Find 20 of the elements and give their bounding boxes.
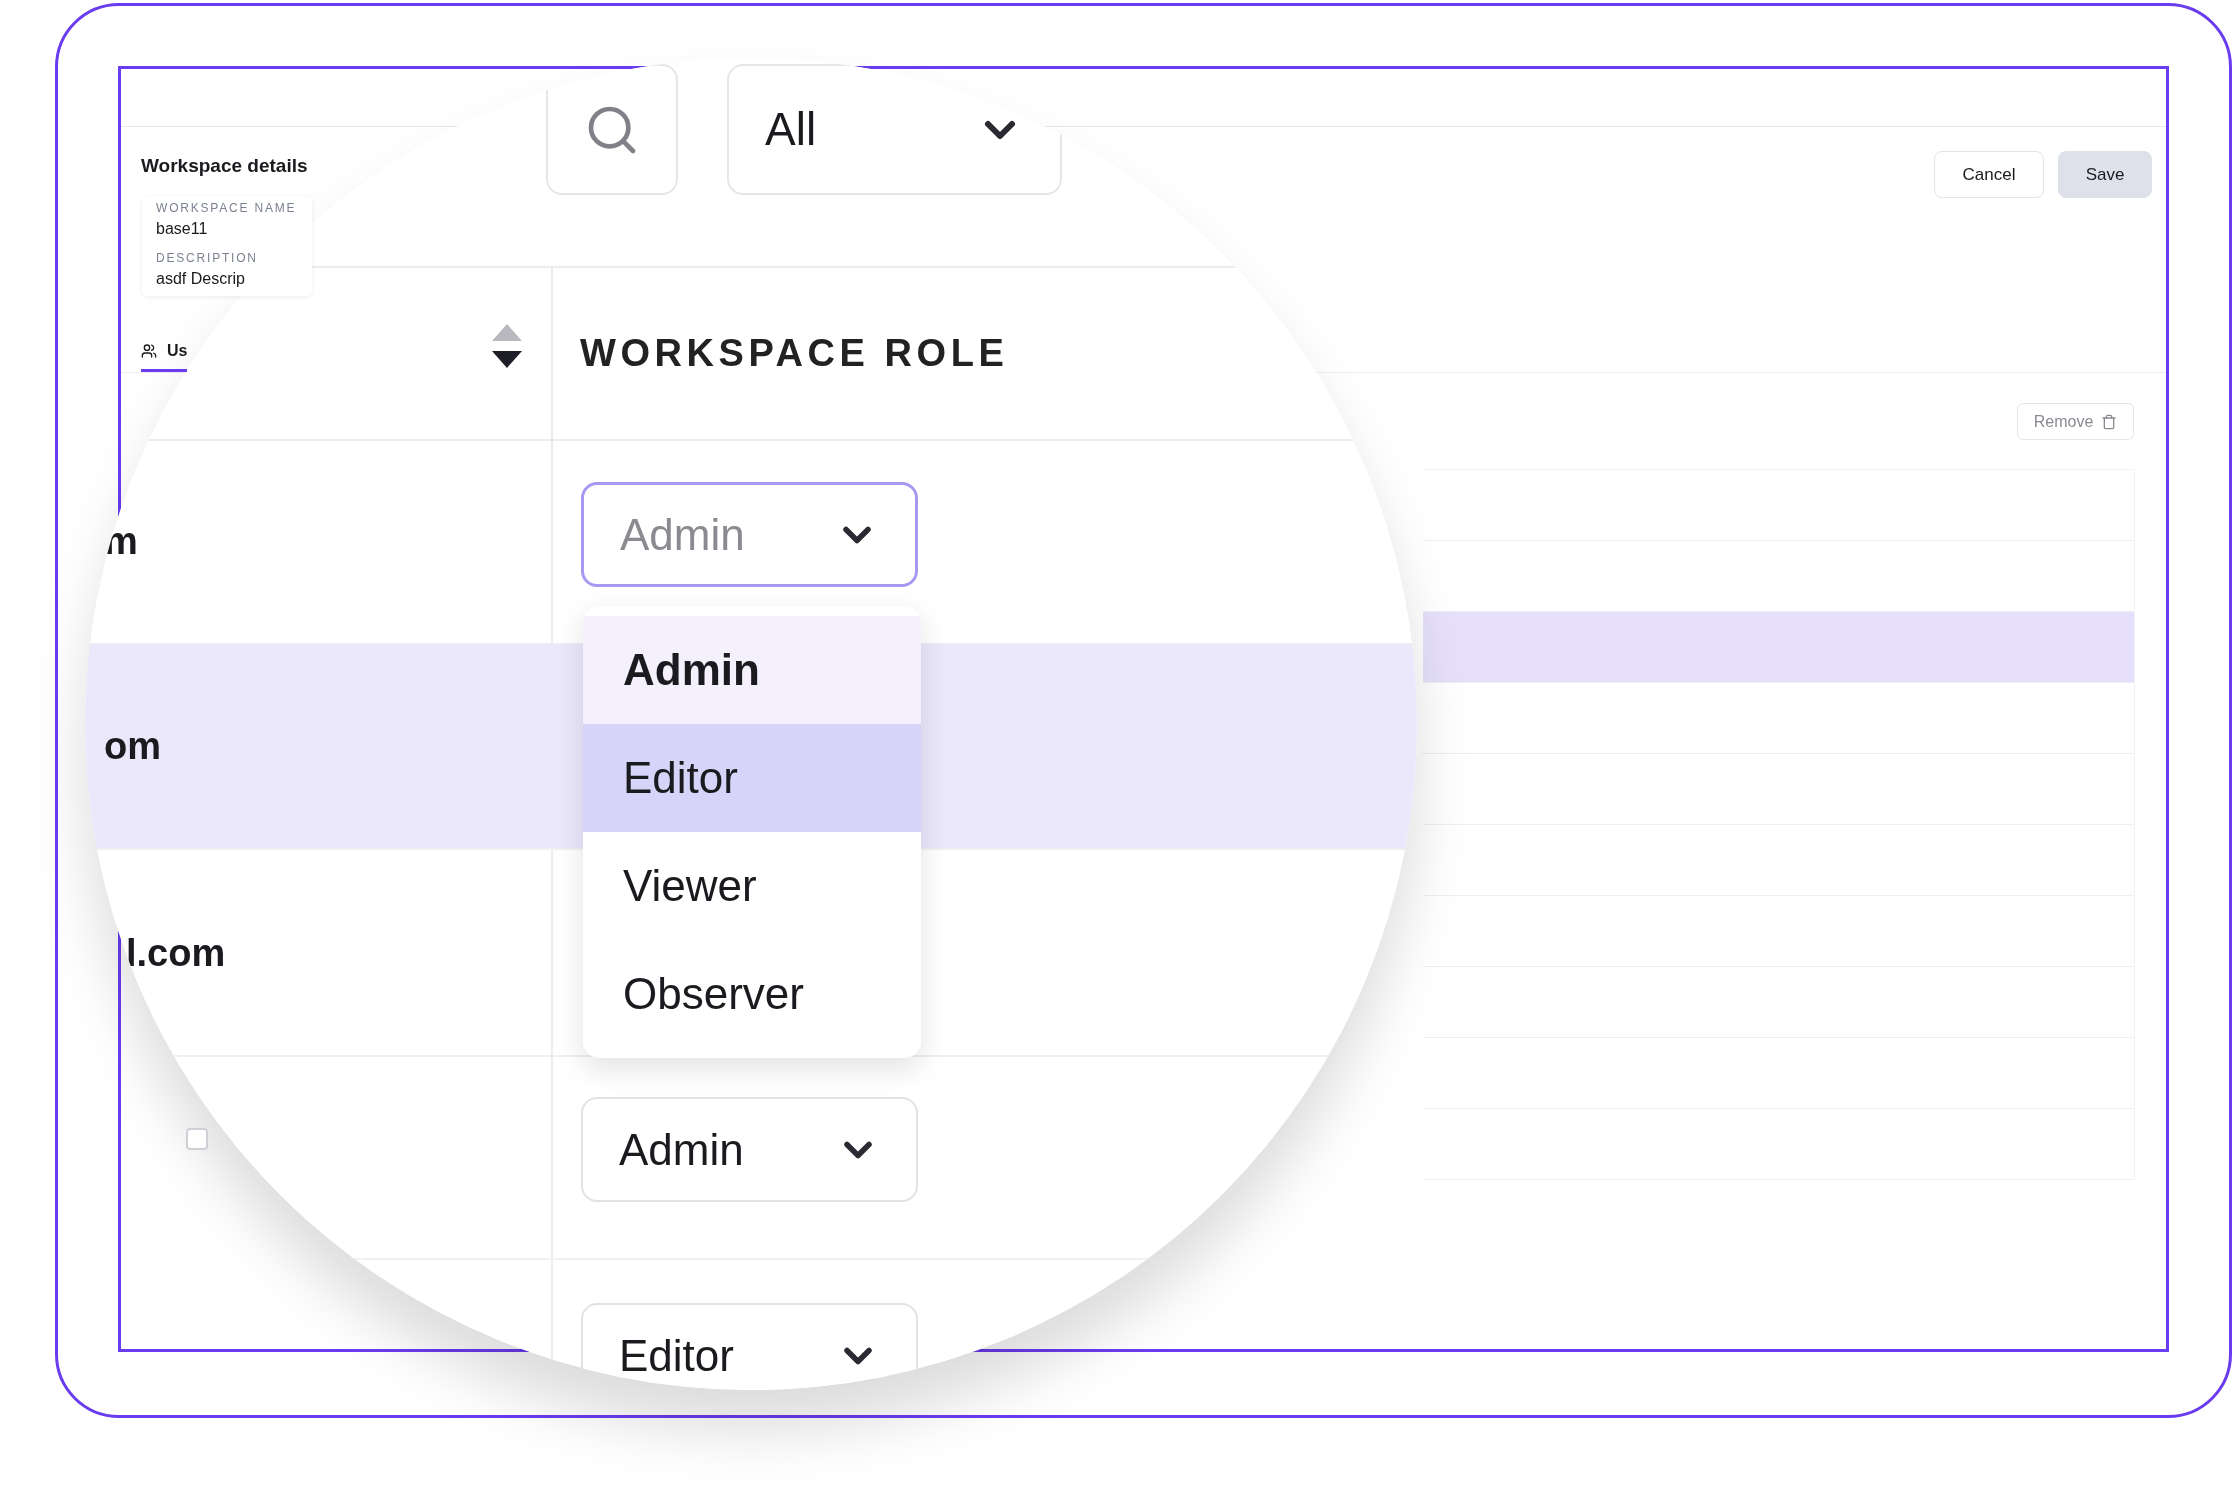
field-value[interactable]: asdf Descrip	[156, 267, 298, 291]
role-select[interactable]: Admin	[581, 1097, 918, 1202]
menu-option[interactable]: Observer	[583, 940, 921, 1048]
column-header: WORKSPACE ROLE	[580, 331, 1009, 376]
user-row[interactable]: Editor	[85, 1260, 1417, 1390]
role-select[interactable]: Editor	[581, 1303, 918, 1390]
remove-button[interactable]: Remove	[2017, 403, 2134, 440]
details-title: Workspace details	[141, 154, 308, 178]
field-label: WORKSPACE NAME	[156, 200, 298, 217]
user-row[interactable]: Admin	[85, 1054, 1417, 1260]
cancel-button[interactable]: Cancel	[1934, 151, 2044, 198]
field-label: DESCRIPTION	[156, 250, 259, 267]
users-tab[interactable]: Us	[141, 332, 188, 372]
field-value[interactable]: base11	[156, 217, 298, 241]
menu-option[interactable]: Editor	[583, 724, 921, 832]
user-email: om	[104, 724, 161, 769]
save-button[interactable]: Save	[2058, 151, 2152, 198]
menu-option[interactable]: Admin	[583, 616, 921, 724]
menu-option[interactable]: Viewer	[583, 832, 921, 940]
user-email: l.com	[126, 931, 226, 976]
